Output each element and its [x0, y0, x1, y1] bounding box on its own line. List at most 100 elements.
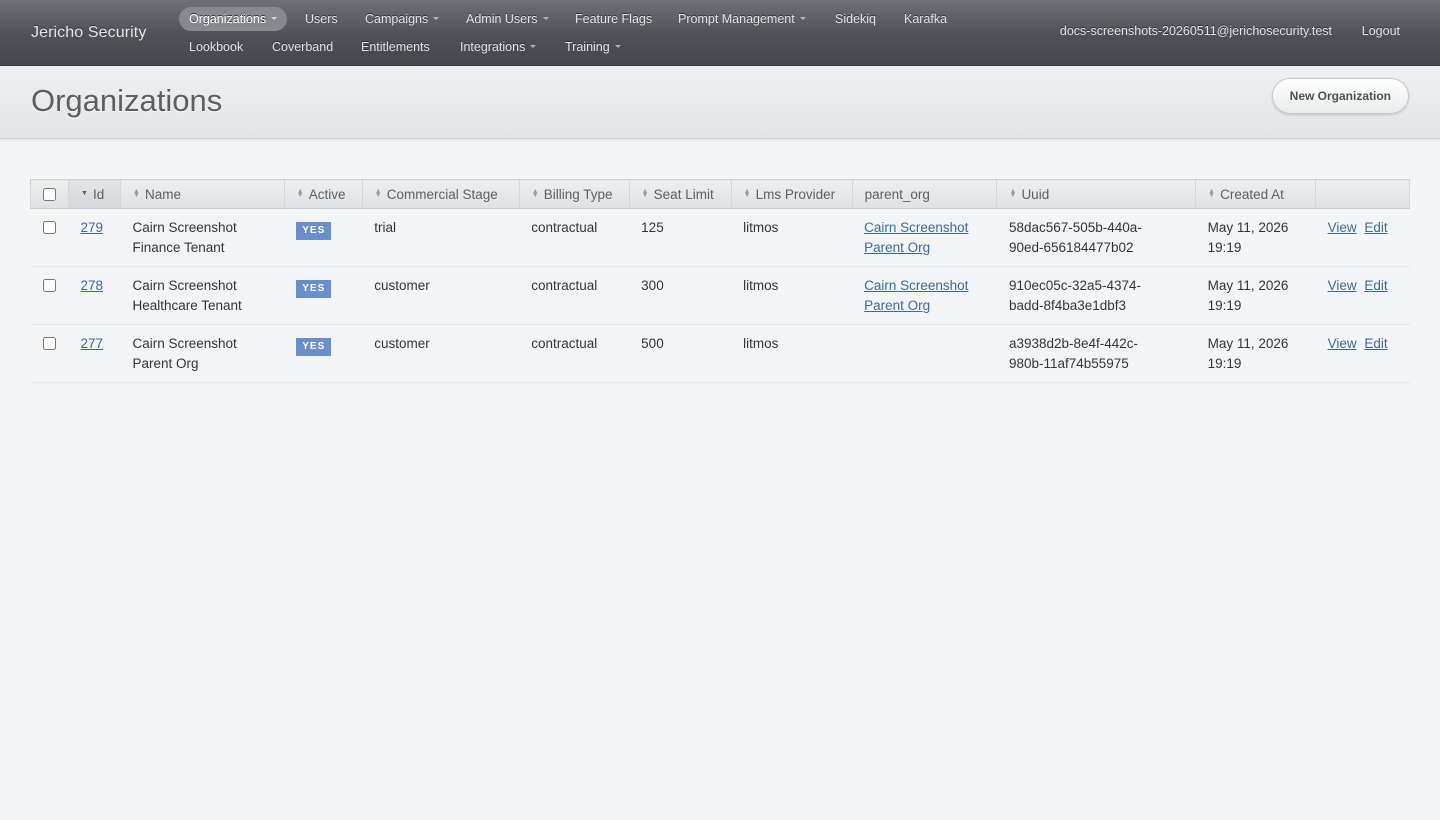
column-header-parent-org: parent_org: [852, 179, 998, 209]
seat-limit-cell: 500: [629, 324, 732, 383]
nav-organizations[interactable]: Organizations: [179, 7, 288, 31]
caret-down-icon: [614, 45, 621, 49]
column-header-uuid[interactable]: ▲ ▼ Uuid: [996, 179, 1197, 209]
created-time: 19:19: [1207, 298, 1242, 313]
column-label: Lms Provider: [755, 186, 836, 202]
name-cell: Cairn Screenshot Parent Org: [120, 324, 285, 383]
caret-down-icon: [542, 17, 549, 21]
billing-type-cell: contractual: [519, 208, 630, 267]
created-time: 19:19: [1207, 356, 1242, 371]
edit-link[interactable]: Edit: [1364, 278, 1387, 293]
nav-label: Entitlements: [361, 40, 430, 54]
parent-org-line: Cairn Screenshot: [864, 278, 969, 293]
edit-link[interactable]: Edit: [1364, 336, 1387, 351]
nav-coverband[interactable]: Coverband: [262, 35, 343, 59]
row-select-cell: [30, 324, 69, 383]
parent-org-cell: [852, 324, 997, 383]
parent-org-cell: Cairn Screenshot Parent Org: [852, 266, 997, 325]
id-link[interactable]: 279: [81, 220, 104, 235]
table-row: 279 Cairn Screenshot Finance Tenant YES t…: [30, 208, 1410, 267]
column-label: Active: [308, 186, 346, 202]
view-link[interactable]: View: [1328, 336, 1357, 351]
row-select-cell: [30, 266, 69, 325]
row-checkbox[interactable]: [42, 279, 56, 292]
uuid-line: 58dac567-505b-440a-: [1008, 220, 1142, 235]
uuid-cell: 910ec05c-32a5-4374- badd-8f4ba3e1dbf3: [996, 266, 1196, 325]
actions-cell: View Edit: [1315, 208, 1410, 267]
name-line: Healthcare Tenant: [132, 298, 242, 313]
nav-karafka[interactable]: Karafka: [894, 7, 957, 31]
column-label: Uuid: [1021, 186, 1050, 202]
name-cell: Cairn Screenshot Finance Tenant: [120, 208, 285, 267]
nav-entitlements[interactable]: Entitlements: [351, 35, 440, 59]
nav-label: Admin Users: [466, 12, 538, 26]
id-cell: 278: [68, 266, 121, 325]
row-checkbox[interactable]: [42, 337, 56, 350]
id-cell: 277: [68, 324, 121, 383]
sort-icon: ▲ ▼: [296, 187, 304, 199]
nav-campaigns[interactable]: Campaigns: [355, 7, 449, 31]
nav-label: Feature Flags: [575, 12, 653, 26]
nav-feature-flags[interactable]: Feature Flags: [565, 7, 662, 31]
column-header-lms-provider[interactable]: ▲ ▼ Lms Provider: [731, 179, 853, 209]
status-badge: YES: [296, 222, 332, 240]
uuid-cell: a3938d2b-8e4f-442c- 980b-11af74b55975: [996, 324, 1196, 383]
commercial-stage-cell: customer: [362, 324, 520, 383]
billing-type-cell: contractual: [519, 324, 630, 383]
active-cell: YES: [284, 208, 363, 267]
row-checkbox[interactable]: [42, 221, 56, 234]
column-header-created-at[interactable]: ▲ ▼ Created At: [1195, 179, 1317, 209]
nav-sidekiq[interactable]: Sidekiq: [825, 7, 886, 31]
table-header-row: ▼ Id ▲ ▼ Name ▲ ▼ Active ▲ ▼ Commercial Stage ▲…: [30, 179, 1410, 209]
column-header-billing-type[interactable]: ▲ ▼ Billing Type: [519, 179, 630, 209]
created-at-cell: May 11, 2026 19:19: [1195, 266, 1316, 325]
lms-provider-cell: litmos: [731, 266, 853, 325]
logout-link[interactable]: Logout: [1362, 24, 1400, 38]
current-user-email[interactable]: docs-screenshots-20260511@jerichosecurit…: [1060, 24, 1332, 38]
active-cell: YES: [284, 266, 363, 325]
column-header-id[interactable]: ▼ Id: [68, 179, 121, 209]
nav-admin-users[interactable]: Admin Users: [456, 7, 559, 31]
column-label: parent_org: [864, 186, 930, 202]
page-title: Organizations: [31, 83, 223, 118]
id-link[interactable]: 278: [81, 278, 104, 293]
nav-label: Organizations: [189, 12, 267, 26]
site-title[interactable]: Jericho Security: [31, 24, 146, 42]
edit-link[interactable]: Edit: [1364, 220, 1387, 235]
column-header-seat-limit[interactable]: ▲ ▼ Seat Limit: [629, 179, 732, 209]
active-cell: YES: [284, 324, 363, 383]
column-header-name[interactable]: ▲ ▼ Name: [120, 179, 285, 209]
nav-prompt-management[interactable]: Prompt Management: [668, 7, 816, 31]
id-link[interactable]: 277: [81, 336, 104, 351]
sort-icon: ▲ ▼: [132, 187, 140, 199]
column-header-commercial-stage[interactable]: ▲ ▼ Commercial Stage: [362, 179, 520, 209]
parent-org-cell: Cairn Screenshot Parent Org: [852, 208, 997, 267]
uuid-line: 910ec05c-32a5-4374-: [1008, 278, 1142, 293]
parent-org-link[interactable]: Cairn Screenshot Parent Org: [864, 220, 968, 255]
nav-label: Karafka: [904, 12, 948, 26]
column-header-actions: [1315, 179, 1410, 209]
select-all-checkbox[interactable]: [43, 188, 56, 201]
created-time: 19:19: [1207, 240, 1242, 255]
nav-training[interactable]: Training: [555, 35, 631, 59]
column-label: Commercial Stage: [386, 186, 498, 202]
column-header-active[interactable]: ▲ ▼ Active: [284, 179, 363, 209]
commercial-stage-cell: customer: [362, 266, 520, 325]
nav-label: Coverband: [272, 40, 334, 54]
nav-integrations[interactable]: Integrations: [450, 35, 546, 59]
created-at-cell: May 11, 2026 19:19: [1195, 324, 1316, 383]
nav-label: Sidekiq: [835, 12, 876, 26]
column-label: Billing Type: [543, 186, 613, 202]
view-link[interactable]: View: [1328, 278, 1357, 293]
nav-label: Training: [565, 40, 610, 54]
id-cell: 279: [68, 208, 121, 267]
view-link[interactable]: View: [1328, 220, 1357, 235]
table-row: 278 Cairn Screenshot Healthcare Tenant YE…: [30, 266, 1410, 325]
sort-icon: ▲ ▼: [374, 187, 382, 199]
new-organization-button[interactable]: New Organization: [1271, 78, 1409, 114]
sort-icon: ▲ ▼: [1208, 187, 1216, 199]
nav-lookbook[interactable]: Lookbook: [179, 35, 253, 59]
uuid-cell: 58dac567-505b-440a- 90ed-656184477b02: [996, 208, 1196, 267]
nav-users[interactable]: Users: [295, 7, 348, 31]
parent-org-link[interactable]: Cairn Screenshot Parent Org: [864, 278, 968, 313]
